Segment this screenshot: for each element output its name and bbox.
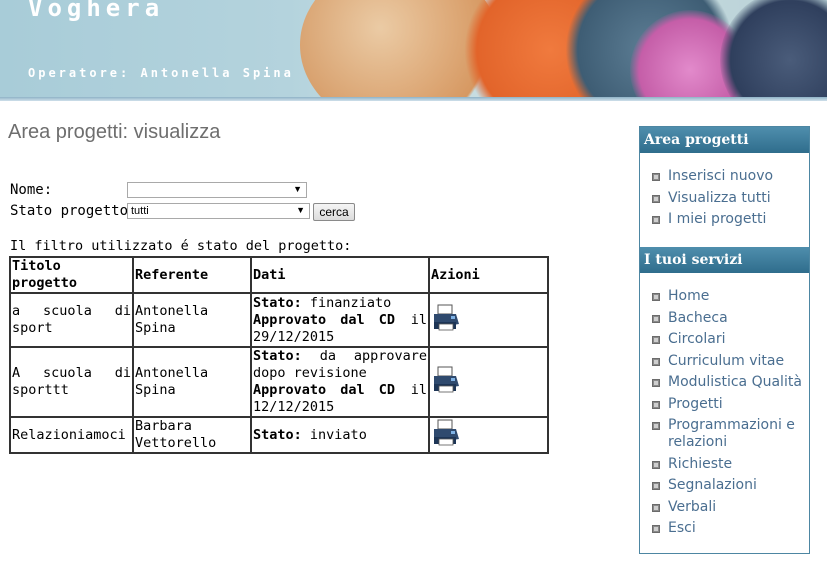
sidebar-item-label: I miei progetti: [668, 211, 767, 227]
table-row: Relazioniamoci Barbara Vettorello Stato:…: [9, 416, 549, 454]
square-bullet-icon: [652, 525, 660, 533]
sidebar-item-miei-progetti[interactable]: I miei progetti: [652, 211, 773, 228]
printer-icon[interactable]: [431, 419, 461, 452]
project-title-cell: A scuola di sporttt: [9, 346, 134, 418]
banner-decoration: [720, 0, 827, 97]
sidebar-item-label: Circolari: [668, 331, 726, 347]
square-bullet-icon: [652, 379, 660, 387]
project-data-cell: Stato: inviato: [250, 416, 430, 454]
column-header-referent: Referente: [132, 256, 252, 294]
sidebar-item-label: Home: [668, 288, 710, 304]
project-referent-cell: Barbara Vettorello: [132, 416, 252, 454]
approved-date: 29/12/2015: [253, 328, 335, 345]
header-divider: [0, 97, 827, 101]
filter-description: Il filtro utilizzato é stato del progett…: [10, 238, 352, 254]
sidebar-item-label: Segnalazioni: [668, 477, 757, 493]
square-bullet-icon: [652, 357, 660, 366]
square-bullet-icon: [652, 400, 660, 409]
square-bullet-icon: [652, 460, 660, 469]
sidebar-title-area-progetti: Area progetti: [640, 127, 809, 153]
status-key: Stato:: [253, 348, 302, 364]
status-label: Stato progetto:: [10, 203, 137, 219]
name-label: Nome:: [10, 182, 53, 198]
project-data-cell: Stato: da approvare dopo revisione Appro…: [250, 346, 430, 418]
table-row: A scuola di sporttt Antonella Spina Stat…: [9, 346, 549, 418]
search-button[interactable]: cerca: [313, 203, 355, 221]
project-referent-cell: Antonella Spina: [132, 292, 252, 348]
sidebar-item-home[interactable]: Home: [652, 288, 809, 305]
project-data-cell: Stato: finanziato Approvato dal CD il 29…: [250, 292, 430, 348]
status-key: Stato:: [253, 426, 302, 443]
square-bullet-icon: [652, 482, 660, 490]
sidebar-item-programmazioni-relazioni[interactable]: Programmazioni e relazioni: [652, 417, 809, 451]
column-header-actions: Azioni: [428, 256, 549, 294]
sidebar-item-label: Esci: [668, 520, 696, 536]
square-bullet-icon: [652, 422, 660, 430]
projects-table: Titolo progetto Referente Dati Azioni a …: [9, 256, 549, 454]
square-bullet-icon: [652, 216, 660, 224]
sidebar-item-label: Verbali: [668, 498, 717, 515]
status-select[interactable]: tutti ▼: [127, 203, 310, 219]
project-title-cell: Relazioniamoci: [9, 416, 134, 454]
sidebar-item-visualizza-tutti[interactable]: Visualizza tutti: [652, 190, 773, 207]
square-bullet-icon: [652, 503, 660, 512]
services-menu: Home Bacheca Circolari Curriculum vitae …: [652, 288, 809, 537]
table-row: a scuola di sport Antonella Spina Stato:…: [9, 292, 549, 348]
sidebar-item-label: Programmazioni e relazioni: [668, 417, 795, 450]
approved-conj: il: [410, 382, 427, 398]
page-title: Area progetti: visualizza: [8, 121, 221, 143]
square-bullet-icon: [652, 336, 660, 344]
table-header-row: Titolo progetto Referente Dati Azioni: [9, 256, 549, 294]
status-select-value: tutti: [131, 205, 149, 217]
header-banner: Voghera Operatore: Antonella Spina: [0, 0, 827, 97]
square-bullet-icon: [652, 173, 660, 181]
sidebar-panel: Area progetti Inserisci nuovo Visualizza…: [639, 126, 810, 554]
approved-key: Approvato dal CD: [253, 311, 396, 328]
operator-label: Operatore: Antonella Spina: [28, 66, 294, 80]
square-bullet-icon: [652, 194, 660, 203]
sidebar-item-inserisci-nuovo[interactable]: Inserisci nuovo: [652, 168, 773, 185]
sidebar-item-label: Modulistica Qualità: [668, 374, 802, 390]
square-bullet-icon: [652, 314, 660, 323]
sidebar-item-label: Inserisci nuovo: [668, 168, 774, 184]
printer-icon[interactable]: [431, 366, 461, 399]
area-progetti-menu: Inserisci nuovo Visualizza tutti I miei …: [652, 168, 773, 228]
approved-date: 12/12/2015: [253, 399, 335, 415]
name-select[interactable]: ▼: [127, 182, 307, 198]
approved-conj: il: [410, 311, 427, 328]
printer-icon[interactable]: [431, 304, 461, 337]
sidebar-item-label: Bacheca: [668, 309, 728, 326]
square-bullet-icon: [652, 293, 660, 301]
sidebar-item-circolari[interactable]: Circolari: [652, 331, 809, 348]
chevron-down-icon: ▼: [296, 205, 305, 215]
sidebar-item-curriculum-vitae[interactable]: Curriculum vitae: [652, 353, 809, 370]
sidebar-item-label: Progetti: [668, 395, 723, 412]
sidebar-item-bacheca[interactable]: Bacheca: [652, 310, 809, 327]
column-header-data: Dati: [250, 256, 430, 294]
sidebar-item-segnalazioni[interactable]: Segnalazioni: [652, 477, 809, 494]
actions-cell: [428, 346, 549, 418]
actions-cell: [428, 416, 549, 454]
project-title-cell: a scuola di sport: [9, 292, 134, 348]
chevron-down-icon: ▼: [293, 184, 302, 194]
approved-key: Approvato dal CD: [253, 382, 396, 398]
sidebar-item-modulistica-qualita[interactable]: Modulistica Qualità: [652, 374, 809, 391]
sidebar-item-label: Curriculum vitae: [668, 352, 785, 369]
sidebar-item-label: Visualizza tutti: [668, 189, 771, 206]
sidebar-item-progetti[interactable]: Progetti: [652, 396, 809, 413]
site-name: Voghera: [28, 0, 165, 22]
sidebar-item-verbali[interactable]: Verbali: [652, 499, 809, 516]
actions-cell: [428, 292, 549, 348]
sidebar-item-esci[interactable]: Esci: [652, 520, 809, 537]
status-value: inviato: [309, 426, 367, 443]
column-header-title: Titolo progetto: [9, 256, 134, 294]
sidebar-item-label: Richieste: [668, 455, 733, 472]
status-value: finanziato: [309, 294, 392, 311]
sidebar-title-servizi: I tuoi servizi: [640, 247, 809, 273]
status-key: Stato:: [253, 294, 302, 311]
sidebar-item-richieste[interactable]: Richieste: [652, 456, 809, 473]
project-referent-cell: Antonella Spina: [132, 346, 252, 418]
